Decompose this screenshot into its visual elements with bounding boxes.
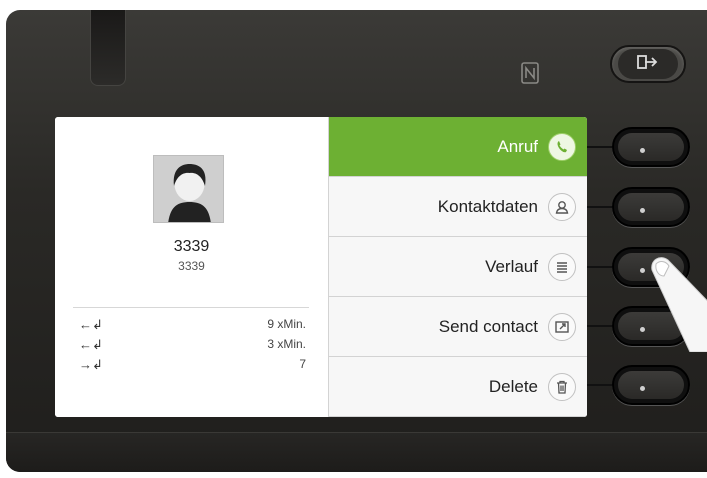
history-value: 9 xMin.	[267, 317, 306, 331]
device-bottom-edge	[6, 432, 707, 472]
key-connector	[587, 146, 613, 148]
softkey-1[interactable]	[612, 127, 690, 167]
avatar	[153, 155, 224, 223]
menu-item-label: Verlauf	[485, 256, 538, 276]
menu-item-delete[interactable]: Delete	[329, 357, 587, 417]
list-icon	[548, 252, 576, 281]
context-menu: Anruf Kontaktdaten Verlauf Send contact …	[328, 117, 587, 417]
key-connector	[587, 384, 613, 386]
divider	[73, 307, 309, 308]
menu-item-anruf[interactable]: Anruf	[329, 117, 587, 177]
menu-item-label: Anruf	[497, 136, 538, 156]
exit-button[interactable]	[610, 45, 686, 83]
history-value: 3 xMin.	[267, 337, 306, 351]
key-connector	[587, 266, 613, 268]
menu-item-label: Send contact	[438, 316, 538, 336]
contact-panel: 3339 3339 ←↲ 9 xMin. ←↲ 3 xMin. →↲ 7	[55, 117, 328, 417]
menu-item-label: Delete	[488, 376, 538, 396]
history-row: ←↲ 9 xMin.	[55, 317, 328, 335]
incoming-call-icon: ←↲	[79, 317, 103, 332]
history-value: 7	[299, 357, 306, 371]
contact-icon	[548, 192, 576, 221]
softkey-2[interactable]	[612, 187, 690, 227]
trash-icon	[548, 372, 576, 401]
history-row: ←↲ 3 xMin.	[55, 337, 328, 355]
display-screen: 3339 3339 ←↲ 9 xMin. ←↲ 3 xMin. →↲ 7 Anr…	[55, 117, 587, 417]
key-connector	[587, 206, 613, 208]
incoming-call-icon: ←↲	[79, 337, 103, 352]
menu-item-send-contact[interactable]: Send contact	[329, 297, 587, 357]
history-row: →↲ 7	[55, 357, 328, 375]
phone-icon	[548, 132, 576, 161]
exit-icon	[637, 54, 659, 75]
nfc-icon	[521, 62, 539, 84]
menu-item-kontaktdaten[interactable]: Kontaktdaten	[329, 177, 587, 237]
outgoing-call-icon: →↲	[79, 357, 103, 372]
menu-item-label: Kontaktdaten	[437, 196, 538, 216]
send-contact-icon	[548, 312, 576, 341]
key-connector	[587, 325, 613, 327]
pointing-finger	[650, 252, 707, 353]
softkey-5[interactable]	[612, 365, 690, 405]
handset-slot	[90, 10, 126, 86]
menu-item-verlauf[interactable]: Verlauf	[329, 237, 587, 297]
contact-number: 3339	[178, 259, 205, 273]
contact-name: 3339	[173, 238, 210, 255]
